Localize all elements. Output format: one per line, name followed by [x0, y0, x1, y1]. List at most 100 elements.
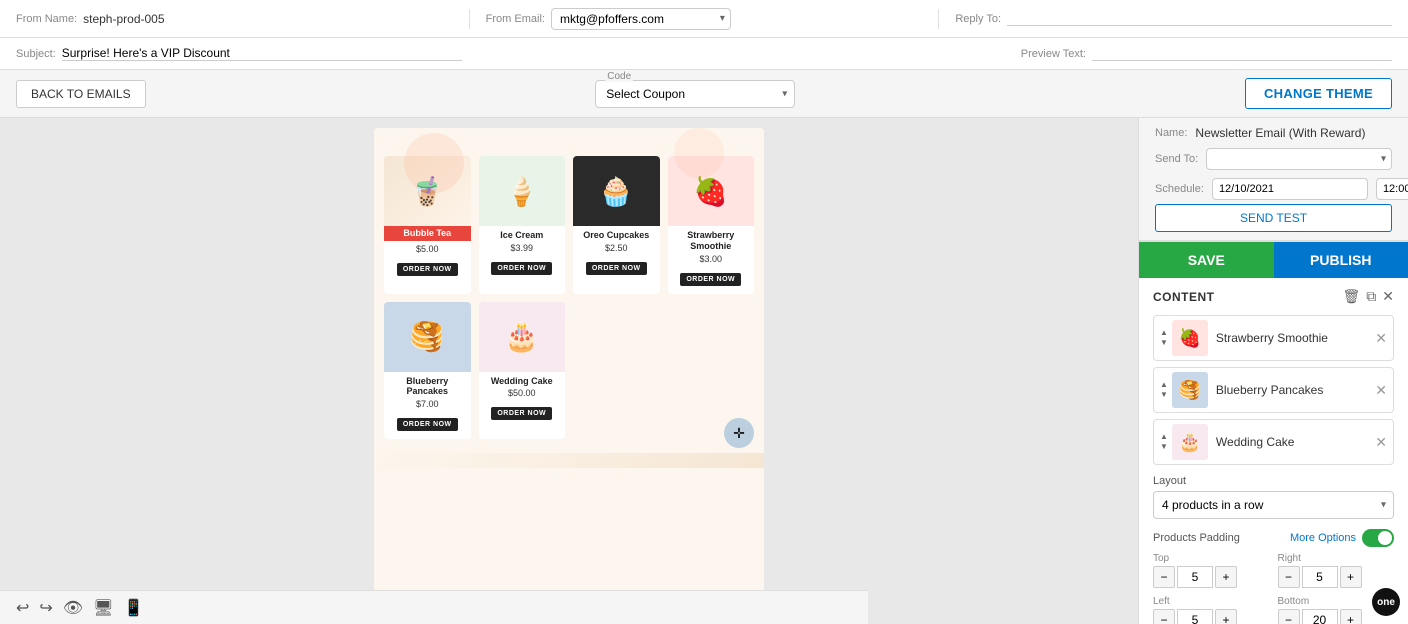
from-name-value: steph-prod-005 — [83, 12, 164, 26]
product-card-cupcakes: 🧁 Oreo Cupcakes $2.50 ORDER NOW — [573, 156, 660, 294]
from-email-select-wrap[interactable]: mktg@pfoffers.com — [551, 8, 731, 30]
layout-select-wrap[interactable]: 1 product in a row2 products in a row3 p… — [1153, 491, 1394, 519]
padding-right-minus[interactable]: − — [1278, 566, 1300, 588]
arrow-down-1[interactable]: ▼ — [1160, 338, 1168, 348]
change-theme-button[interactable]: CHANGE THEME — [1245, 78, 1392, 109]
padding-top-label: Top — [1153, 553, 1270, 564]
ice-cream-image: 🍦 — [479, 156, 566, 226]
sidebar-send-to-row: Send To: — [1155, 144, 1392, 174]
cake-remove-button[interactable]: ✕ — [1375, 434, 1387, 451]
smoothie-name: StrawberrySmoothie — [672, 230, 751, 252]
sidebar-schedule-label: Schedule: — [1155, 183, 1204, 195]
ice-cream-price: $3.99 — [479, 243, 566, 253]
from-email-select[interactable]: mktg@pfoffers.com — [551, 8, 731, 30]
products-grid-row2: 🥞 BlueberryPancakes $7.00 ORDER NOW 🎂 We… — [374, 298, 764, 454]
cake-thumb: 🎂 — [1172, 424, 1208, 460]
sidebar-top: Name: Newsletter Email (With Reward) Sen… — [1139, 118, 1408, 241]
pancakes-name: BlueberryPancakes — [388, 376, 467, 398]
preview-text-input[interactable] — [1092, 46, 1392, 61]
padding-bottom-plus[interactable]: + — [1340, 609, 1362, 624]
padding-right-plus[interactable]: + — [1340, 566, 1362, 588]
email-canvas: 🧋 Bubble Tea $5.00 ORDER NOW 🍦 Ice Cream… — [374, 128, 764, 614]
arrow-up-2[interactable]: ▲ — [1160, 380, 1168, 390]
preview-icon[interactable]: 👁 — [63, 598, 83, 618]
smoothie-remove-button[interactable]: ✕ — [1375, 330, 1387, 347]
mobile-icon[interactable]: 📱 — [123, 598, 143, 618]
send-test-button[interactable]: SEND TEST — [1155, 204, 1392, 232]
padding-left-label: Left — [1153, 596, 1270, 607]
ice-cream-order-button[interactable]: ORDER NOW — [491, 262, 552, 275]
reply-to-input[interactable] — [1007, 11, 1392, 26]
pancakes-image: 🥞 — [384, 302, 471, 372]
layout-select[interactable]: 1 product in a row2 products in a row3 p… — [1153, 491, 1394, 519]
padding-left-plus[interactable]: + — [1215, 609, 1237, 624]
arrow-group-2: ▲ ▼ — [1160, 380, 1168, 399]
arrow-down-3[interactable]: ▼ — [1160, 442, 1168, 452]
cupcakes-order-button[interactable]: ORDER NOW — [586, 262, 647, 275]
pancakes-remove-button[interactable]: ✕ — [1375, 382, 1387, 399]
save-button[interactable]: SAVE — [1139, 242, 1274, 278]
padding-right-field: Right − + — [1278, 553, 1395, 588]
smoothie-list-name: Strawberry Smoothie — [1216, 331, 1375, 345]
from-name-bar: From Name: steph-prod-005 From Email: mk… — [0, 0, 1408, 38]
arrow-up-3[interactable]: ▲ — [1160, 432, 1168, 442]
padding-top-minus[interactable]: − — [1153, 566, 1175, 588]
back-to-emails-button[interactable]: BACK TO EMAILS — [16, 80, 146, 108]
product-list: ▲ ▼ 🍓 Strawberry Smoothie ✕ ▲ ▼ 🥞 Bluebe… — [1153, 315, 1394, 465]
padding-left-minus[interactable]: − — [1153, 609, 1175, 624]
desktop-icon[interactable]: 🖥 — [93, 598, 113, 618]
product-card-pancakes: 🥞 BlueberryPancakes $7.00 ORDER NOW — [384, 302, 471, 440]
padding-toggle[interactable] — [1362, 529, 1394, 547]
wedding-cake-order-button[interactable]: ORDER NOW — [491, 407, 552, 420]
pancakes-list-name: Blueberry Pancakes — [1216, 383, 1375, 397]
content-title: CONTENT — [1153, 290, 1215, 304]
wedding-cake-image: 🎂 — [479, 302, 566, 372]
padding-left-input[interactable] — [1177, 609, 1213, 624]
arrow-group-1: ▲ ▼ — [1160, 328, 1168, 347]
padding-title: Products Padding — [1153, 532, 1240, 544]
reply-to-label: Reply To: — [955, 13, 1001, 25]
coupon-label: Code — [605, 71, 633, 82]
undo-icon[interactable]: ↩ — [16, 598, 29, 618]
redo-icon[interactable]: ↪ — [39, 598, 52, 618]
send-to-select-wrap[interactable] — [1206, 148, 1392, 170]
send-to-select[interactable] — [1206, 148, 1392, 170]
padding-bottom-input[interactable] — [1302, 609, 1338, 624]
more-options-row: More Options — [1290, 529, 1394, 547]
cupcakes-name: Oreo Cupcakes — [577, 230, 656, 241]
pancakes-order-button[interactable]: ORDER NOW — [397, 418, 458, 431]
cupcakes-price: $2.50 — [573, 243, 660, 253]
preview-text-label: Preview Text: — [1021, 48, 1086, 60]
copy-icon[interactable]: ⧉ — [1366, 288, 1376, 305]
subject-input[interactable] — [62, 46, 462, 61]
publish-button[interactable]: PUBLISH — [1274, 242, 1408, 278]
arrow-up-1[interactable]: ▲ — [1160, 328, 1168, 338]
product-card-smoothie: 🍓 StrawberrySmoothie $3.00 ORDER NOW — [668, 156, 755, 294]
padding-top-input[interactable] — [1177, 566, 1213, 588]
smoothie-order-button[interactable]: ORDER NOW — [680, 273, 741, 286]
main-area: 🧋 Bubble Tea $5.00 ORDER NOW 🍦 Ice Cream… — [0, 118, 1408, 624]
toolbar: BACK TO EMAILS Code Select Coupon CHANGE… — [0, 70, 1408, 118]
smoothie-price: $3.00 — [668, 254, 755, 264]
arrow-down-2[interactable]: ▼ — [1160, 390, 1168, 400]
bubble-tea-order-button[interactable]: ORDER NOW — [397, 263, 458, 276]
schedule-time-input[interactable] — [1376, 178, 1408, 200]
drag-handle-icon[interactable]: ✛ — [724, 418, 754, 448]
padding-bottom-minus[interactable]: − — [1278, 609, 1300, 624]
padding-top-plus[interactable]: + — [1215, 566, 1237, 588]
schedule-date-input[interactable] — [1212, 178, 1368, 200]
sidebar-name-label: Name: — [1155, 127, 1187, 139]
padding-right-input[interactable] — [1302, 566, 1338, 588]
cake-list-name: Wedding Cake — [1216, 435, 1375, 449]
padding-right-label: Right — [1278, 553, 1395, 564]
sidebar-name-row: Name: Newsletter Email (With Reward) — [1155, 118, 1392, 144]
layout-label: Layout — [1153, 475, 1394, 487]
more-options-link[interactable]: More Options — [1290, 532, 1356, 544]
delete-icon[interactable]: 🗑 — [1342, 288, 1360, 305]
padding-top-field: Top − + — [1153, 553, 1270, 588]
close-icon[interactable]: ✕ — [1382, 288, 1394, 305]
padding-left-control: − + — [1153, 609, 1270, 624]
smoothie-thumb: 🍓 — [1172, 320, 1208, 356]
sidebar-schedule-row: Schedule: ▾ — [1155, 174, 1392, 204]
coupon-select[interactable]: Select Coupon — [595, 80, 795, 108]
